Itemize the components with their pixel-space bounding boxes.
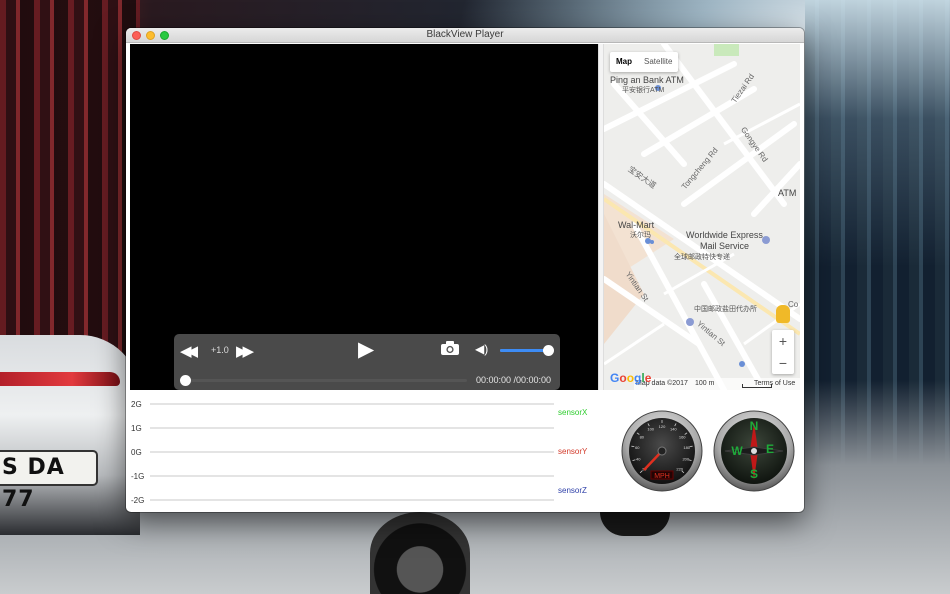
map-poi-sublabel: 全球邮政特快专递 xyxy=(674,254,730,261)
map-scale-label: 100 m xyxy=(695,380,715,387)
wallpaper-wheel xyxy=(370,512,470,594)
volume-slider[interactable] xyxy=(500,345,554,356)
map-type-switcher: Map Satellite xyxy=(610,52,679,72)
gauges-panel: 20406080100120140160180200220 MPH N E S … xyxy=(604,392,800,510)
legend-sensorZ: sensorZ xyxy=(558,486,587,495)
sensor-chart-svg: 2G 1G 0G -1G -2G sensorX sensorY sensorZ xyxy=(131,400,588,505)
speed-tick-label: 100 xyxy=(647,427,654,432)
speed-tick-label: 120 xyxy=(659,424,666,429)
window-title: BlackView Player xyxy=(426,29,504,40)
map-view[interactable]: Map Satellite Ping an Bank ATM 平安银行ATM W… xyxy=(604,44,800,390)
video-view[interactable]: ◀◀ +1.0 ▶▶ ▶ ◀) 00:00:00 /00:00:00 xyxy=(130,44,598,390)
map-poi-label[interactable]: Wal-Mart xyxy=(618,220,654,230)
map-poi-label[interactable]: Worldwide Express xyxy=(686,230,763,240)
time-display: 00:00:00 /00:00:00 xyxy=(476,375,552,385)
playback-controls: ◀◀ +1.0 ▶▶ ▶ ◀) 00:00:00 /00:00:00 xyxy=(174,334,560,390)
terms-link[interactable]: Terms of Use xyxy=(754,378,795,390)
zoom-out-button[interactable]: − xyxy=(772,352,794,374)
zoom-in-button[interactable]: + xyxy=(772,330,794,352)
legend-sensorX: sensorX xyxy=(558,408,588,417)
speed-tick-label: 40 xyxy=(636,457,641,462)
map-poi-sublabel: Mail Service xyxy=(700,241,750,251)
progress-slider[interactable] xyxy=(180,375,467,386)
speed-label: +1.0 xyxy=(211,345,229,355)
map-attribution: Map data ©2017 100 m Terms of Use xyxy=(634,378,800,390)
volume-slider-knob[interactable] xyxy=(543,345,554,356)
volume-slider-fill xyxy=(500,349,548,352)
zoom-control: + − xyxy=(772,330,794,374)
speed-tick-label: 60 xyxy=(635,445,640,450)
y-tick-label: 1G xyxy=(131,424,142,433)
wallpaper-license-plate: S DA 77 xyxy=(0,450,98,512)
compass-east-label: E xyxy=(766,442,774,456)
rewind-icon[interactable]: ◀◀ xyxy=(180,342,198,360)
tab-map[interactable]: Map xyxy=(610,52,638,72)
tab-satellite[interactable]: Satellite xyxy=(638,52,678,72)
camera-icon[interactable] xyxy=(440,340,460,356)
map-poi-label[interactable]: Ping an Bank ATM xyxy=(610,75,684,85)
speed-tick-label: 160 xyxy=(679,434,686,439)
google-logo[interactable]: Google xyxy=(610,371,651,385)
map-poi-label[interactable]: 中国邮政盐田代办所 xyxy=(694,304,757,314)
speedometer: 20406080100120140160180200220 MPH xyxy=(621,410,703,492)
y-tick-label: -2G xyxy=(131,496,144,505)
app-window: BlackView Player ◀◀ +1.0 ▶▶ ▶ ◀) 00:00:0… xyxy=(126,28,804,512)
compass-south-label: S xyxy=(750,467,758,481)
progress-slider-knob[interactable] xyxy=(180,375,191,386)
sensor-chart: 2G 1G 0G -1G -2G sensorX sensorY sensorZ xyxy=(130,392,598,510)
speed-unit-label: MPH xyxy=(654,473,670,480)
map-poi-label[interactable]: ATM xyxy=(778,188,796,198)
map-poi-sublabel: 沃尔玛 xyxy=(630,232,651,239)
wallpaper-car-lights xyxy=(0,372,120,386)
street-view-pegman-icon[interactable] xyxy=(776,305,790,323)
speed-tick-label: 140 xyxy=(670,427,677,432)
legend-sensorY: sensorY xyxy=(558,447,588,456)
volume-icon[interactable]: ◀) xyxy=(475,342,488,356)
speed-tick-label: 220 xyxy=(676,467,683,472)
play-icon[interactable]: ▶ xyxy=(358,337,374,362)
compass: N E S W xyxy=(713,410,795,492)
map-roads xyxy=(604,44,800,390)
fast-forward-icon[interactable]: ▶▶ xyxy=(236,342,254,360)
gauges-svg: 20406080100120140160180200220 MPH N E S … xyxy=(621,410,795,492)
y-tick-label: -1G xyxy=(131,472,144,481)
y-tick-label: 0G xyxy=(131,448,142,457)
map-road-label: Co xyxy=(788,300,799,309)
title-bar[interactable]: BlackView Player xyxy=(126,28,804,43)
compass-north-label: N xyxy=(750,419,759,433)
speed-tick-label: 200 xyxy=(682,457,689,462)
speed-tick-label: 80 xyxy=(640,434,645,439)
compass-west-label: W xyxy=(731,444,743,458)
y-tick-label: 2G xyxy=(131,400,142,409)
speed-tick-label: 180 xyxy=(683,445,690,450)
map-poi-sublabel: 平安银行ATM xyxy=(622,87,665,94)
